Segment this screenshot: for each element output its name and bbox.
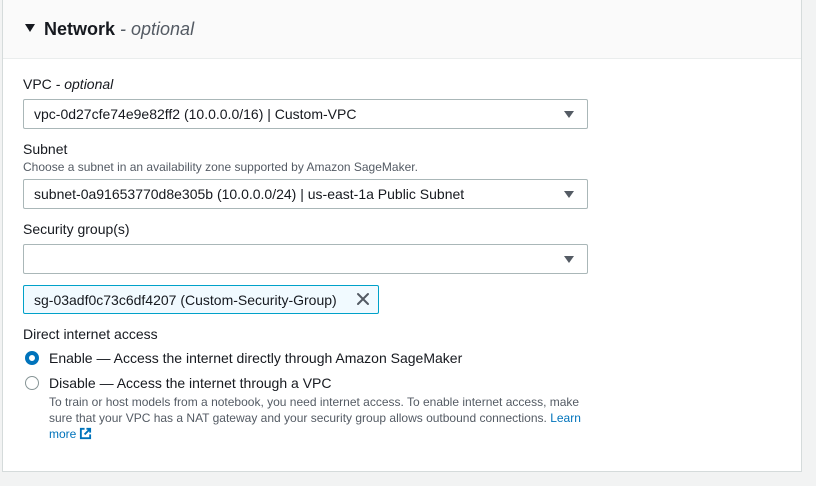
- security-groups-select[interactable]: [23, 244, 588, 274]
- security-group-token: sg-03adf0c73c6df4207 (Custom-Security-Gr…: [23, 285, 379, 314]
- subnet-select-value: subnet-0a91653770d8e305b (10.0.0.0/24) |…: [34, 186, 465, 202]
- radio-button-unchecked[interactable]: [25, 376, 39, 390]
- vpc-select-value: vpc-0d27cfe74e9e82ff2 (10.0.0.0/16) | Cu…: [34, 106, 357, 122]
- close-icon[interactable]: [355, 291, 371, 307]
- security-groups-label: Security group(s): [23, 221, 130, 237]
- radio-enable-label: Enable — Access the internet directly th…: [49, 350, 463, 366]
- internet-access-help-text: To train or host models from a notebook,…: [49, 395, 580, 425]
- subnet-label: Subnet: [23, 141, 68, 157]
- dropdown-arrow-icon: [564, 256, 574, 263]
- vpc-label: VPC - optional: [23, 75, 113, 93]
- caret-down-icon[interactable]: [25, 24, 35, 32]
- network-panel: Network - optional VPC - optional vpc-0d…: [2, 0, 802, 472]
- vpc-label-optional: - optional: [51, 76, 114, 92]
- vpc-select[interactable]: vpc-0d27cfe74e9e82ff2 (10.0.0.0/16) | Cu…: [23, 99, 588, 129]
- radio-button-checked[interactable]: [25, 351, 39, 365]
- internet-access-help: To train or host models from a notebook,…: [49, 394, 594, 442]
- external-link-icon: [80, 427, 92, 440]
- section-title: Network - optional: [44, 18, 194, 40]
- dropdown-arrow-icon: [564, 191, 574, 198]
- dropdown-arrow-icon: [564, 111, 574, 118]
- network-section-header[interactable]: Network - optional: [3, 0, 801, 59]
- subnet-select[interactable]: subnet-0a91653770d8e305b (10.0.0.0/24) |…: [23, 179, 588, 209]
- vpc-label-text: VPC: [23, 76, 52, 92]
- security-group-token-label: sg-03adf0c73c6df4207 (Custom-Security-Gr…: [34, 292, 337, 308]
- section-title-text: Network: [44, 19, 116, 39]
- radio-disable-label: Disable — Access the internet through a …: [49, 375, 332, 391]
- internet-access-label: Direct internet access: [23, 326, 158, 342]
- section-title-optional: - optional: [115, 19, 195, 39]
- subnet-description: Choose a subnet in an availability zone …: [23, 160, 418, 174]
